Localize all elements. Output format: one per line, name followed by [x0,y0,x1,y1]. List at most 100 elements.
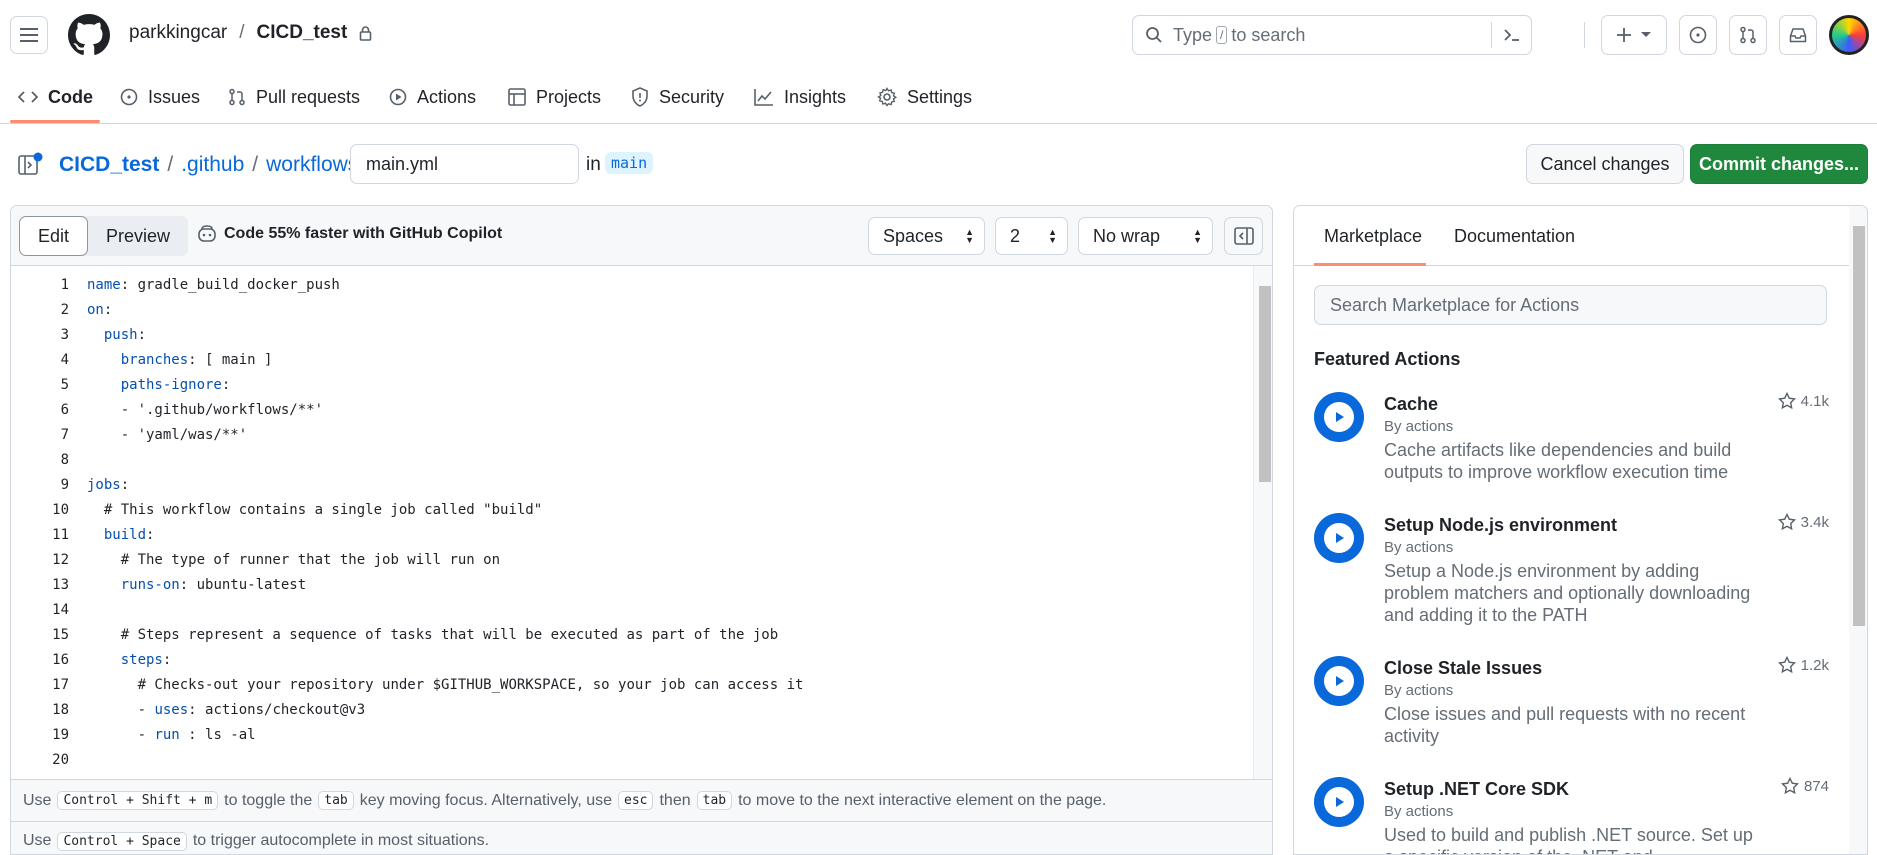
tab-projects[interactable]: Projects [508,82,601,112]
repo-link[interactable]: CICD_test [257,22,348,44]
indent-size-select[interactable]: 2 ▲ ▼ [995,217,1068,255]
select-caret-icon: ▲ ▼ [965,227,974,245]
featured-action-item[interactable]: Setup Node.js environment By actions Setup… [1314,513,1829,625]
code-line[interactable]: 10 # This workflow contains a single job… [11,497,1251,522]
global-header: parkkingcar / CICD_test Type / to search [0,0,1877,68]
tab-pull-requests[interactable]: Pull requests [228,82,360,112]
featured-action-item[interactable]: Setup .NET Core SDK By actions Used to bui… [1314,777,1829,854]
line-content: on: [87,302,112,318]
tab-marketplace[interactable]: Marketplace [1324,226,1422,247]
filename-input[interactable]: main.yml [350,144,579,184]
action-author: By actions [1384,803,1454,820]
tab-settings-label: Settings [907,86,973,107]
tab-insights-label: Insights [784,86,847,107]
issues-button[interactable] [1679,15,1717,55]
code-line[interactable]: 14 [11,597,1251,622]
file-tree-toggle[interactable] [18,152,44,181]
code-line[interactable]: 15 # Steps represent a sequence of tasks… [11,622,1251,647]
copilot-promo-text: Code 55% faster with GitHub Copilot [224,225,503,242]
commit-changes-button[interactable]: Commit changes... [1690,144,1868,184]
action-author: By actions [1384,682,1454,699]
action-play-icon [1314,656,1364,706]
cancel-changes-button[interactable]: Cancel changes [1526,144,1684,184]
yaml-value: : [221,376,231,393]
code-line[interactable]: 5 paths-ignore: [11,372,1251,397]
breadcrumb-workflows-link[interactable]: workflows [266,153,358,177]
code-line[interactable]: 8 [11,447,1251,472]
sidebar-collapse-icon [1233,227,1254,245]
code-line[interactable]: 7 - 'yaml/was/**' [11,422,1251,447]
owner-link[interactable]: parkkingcar [129,22,227,44]
command-palette-button[interactable] [1491,22,1531,48]
menu-button[interactable] [10,16,48,54]
code-line[interactable]: 17 # Checks-out your repository under $G… [11,672,1251,697]
code-line[interactable]: 2 on: [11,297,1251,322]
code-line[interactable]: 1 name: gradle_build_docker_push [11,272,1251,297]
sidebar-scrollbar-thumb[interactable] [1853,226,1865,626]
git-pull-request-icon [229,88,245,106]
yaml-key: uses [154,701,189,718]
breadcrumb-github-link[interactable]: .github [181,153,244,177]
line-content: - '.github/workflows/**' [87,402,323,418]
line-content: # Steps represent a sequence of tasks th… [87,627,778,643]
issue-opened-icon [1689,26,1707,44]
code-line[interactable]: 20 [11,747,1251,772]
yaml-key: runs-on [120,576,180,593]
indent-mode-select[interactable]: Spaces ▲ ▼ [868,217,985,255]
action-name[interactable]: Close Stale Issues [1384,658,1542,679]
tab-documentation[interactable]: Documentation [1454,226,1575,247]
preview-tab[interactable]: Preview [88,216,188,256]
code-line[interactable]: 19 - run : ls -al [11,722,1251,747]
tab-code[interactable]: Code [18,82,93,112]
tab-actions[interactable]: Actions [389,82,476,112]
copilot-promo-link[interactable]: Code 55% faster with GitHub Copilot [197,225,502,243]
editor-scrollbar-thumb[interactable] [1259,286,1271,482]
line-number: 16 [52,651,69,668]
tab-security[interactable]: Security [631,82,724,112]
code-line[interactable]: 12 # The type of runner that the job wil… [11,547,1251,572]
yaml-key: name [87,276,121,293]
code-line[interactable]: 18 - uses: actions/checkout@v3 [11,697,1251,722]
marketplace-search-input[interactable]: Search Marketplace for Actions [1314,285,1827,325]
action-name[interactable]: Setup .NET Core SDK [1384,779,1569,800]
code-line[interactable]: 9 jobs: [11,472,1251,497]
yaml-key: jobs [87,476,121,493]
repo-navigation: Code Issues Pull requests Actions Projec… [0,72,1877,124]
pull-requests-button[interactable] [1729,15,1767,55]
wrap-mode-select[interactable]: No wrap ▲ ▼ [1078,217,1213,255]
toggle-sidebar-button[interactable] [1224,217,1263,255]
global-search-input[interactable]: Type / to search [1132,15,1532,55]
yaml-value: : actions/checkout@v3 [188,701,366,718]
code-line[interactable]: 13 runs-on: ubuntu-latest [11,572,1251,597]
code-line[interactable]: 6 - '.github/workflows/**' [11,397,1251,422]
yaml-value: : [ main ] [188,351,273,368]
featured-action-item[interactable]: Cache By actions Cache artifacts like depe… [1314,392,1829,502]
user-avatar[interactable] [1829,15,1869,55]
line-number: 9 [60,476,69,493]
code-line[interactable]: 11 build: [11,522,1251,547]
code-line[interactable]: 3 push: [11,322,1251,347]
action-name[interactable]: Setup Node.js environment [1384,515,1617,536]
graph-icon [754,89,773,106]
featured-action-item[interactable]: Close Stale Issues By actions Close issues… [1314,656,1829,766]
tab-settings[interactable]: Settings [877,82,972,112]
tab-insights[interactable]: Insights [754,82,846,112]
star-icon [1777,513,1796,531]
tab-issues[interactable]: Issues [120,82,200,112]
yaml-value: # Checks-out your repository under $GITH… [137,676,804,693]
github-logo-icon[interactable] [68,14,110,56]
editor-scrollbar[interactable] [1253,266,1272,779]
code-line[interactable]: 16 steps: [11,647,1251,672]
inbox-button[interactable] [1779,15,1817,55]
action-name[interactable]: Cache [1384,394,1438,415]
breadcrumb-repo-link[interactable]: CICD_test [59,153,159,177]
hint-text: key moving focus. Alternatively, use [359,791,612,809]
create-new-button[interactable] [1601,15,1667,55]
edit-tab[interactable]: Edit [19,216,89,256]
code-line[interactable]: 4 branches: [ main ] [11,347,1251,372]
sidebar-scrollbar[interactable] [1849,206,1867,854]
code-area[interactable]: 1 name: gradle_build_docker_push 2 on: 3 pus… [11,266,1251,779]
